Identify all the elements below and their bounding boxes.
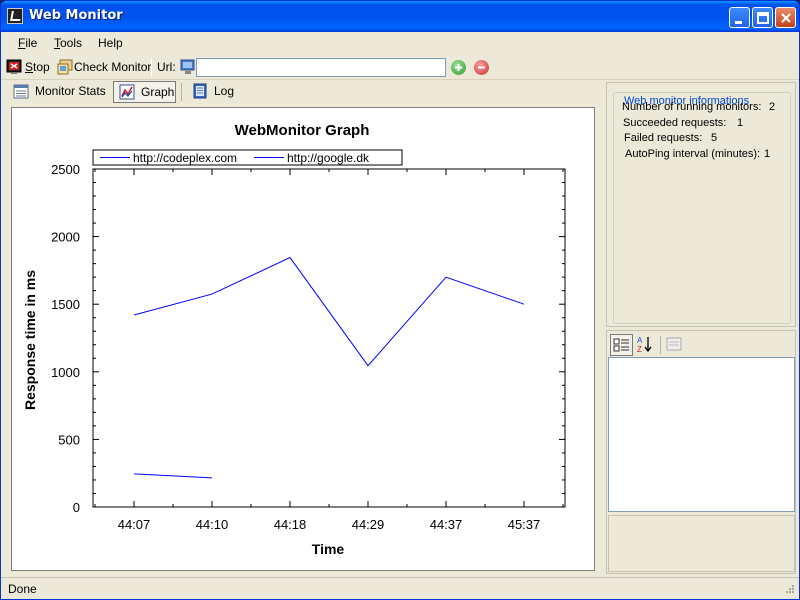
info-succeeded-label: Succeeded requests: <box>623 117 727 129</box>
plot-area <box>92 168 566 508</box>
panel-splitter[interactable] <box>600 82 604 574</box>
minus-icon <box>478 66 485 69</box>
resize-grip-icon[interactable] <box>783 584 795 596</box>
remove-monitor-button[interactable] <box>474 60 489 75</box>
x-tick-label: 44:07 <box>118 517 151 532</box>
stop-accel: S <box>25 60 34 74</box>
status-bar: Done <box>1 577 799 599</box>
toolbar: Stop Check Monitor Url: <box>1 55 799 80</box>
menu-file[interactable]: File <box>18 36 37 50</box>
x-tick-label: 44:29 <box>352 517 385 532</box>
menu-help-label: Help <box>98 36 123 50</box>
check-monitor-label: Check Monitor <box>74 60 152 74</box>
categorized-button[interactable] <box>610 334 633 356</box>
svg-text:A: A <box>637 336 643 345</box>
y-tick-label: 2500 <box>51 162 80 177</box>
property-description <box>608 515 795 572</box>
graph-icon <box>119 84 135 100</box>
log-book-icon <box>193 83 207 99</box>
info-autoping-label: AutoPing interval (minutes): <box>625 148 761 160</box>
tab-monitor-stats-label: Monitor Stats <box>35 84 106 98</box>
info-autoping-value: 1 <box>764 148 771 160</box>
info-failed-value: 5 <box>711 132 718 144</box>
svg-text:Z: Z <box>637 345 642 354</box>
list-icon <box>13 84 29 99</box>
alphabetical-sort-icon: A Z <box>637 336 652 354</box>
x-tick-label: 44:18 <box>274 517 307 532</box>
x-tick-label: 44:37 <box>430 517 463 532</box>
view-tabs: Monitor Stats Graph Log <box>1 80 605 105</box>
info-succeeded-value: 1 <box>737 117 744 129</box>
info-running-monitors-label: Number of running monitors: <box>622 101 762 113</box>
info-running-monitors-value: 2 <box>769 101 776 113</box>
chart-x-axis-label: Time <box>312 541 345 557</box>
add-monitor-button[interactable] <box>451 60 466 75</box>
series-line-2 <box>133 473 213 479</box>
app-icon <box>7 8 23 24</box>
tab-graph[interactable]: Graph <box>113 81 176 103</box>
property-toolbar-separator <box>660 336 661 354</box>
url-label: Url: <box>157 60 176 74</box>
stop-button[interactable]: Stop <box>6 59 50 77</box>
menu-tools-label: ools <box>60 36 83 50</box>
graph-panel: WebMonitor Graph Response time in ms Tim… <box>11 107 595 571</box>
tab-monitor-stats[interactable]: Monitor Stats <box>9 81 107 103</box>
tab-separator <box>181 83 182 101</box>
web-monitor-icon <box>180 59 195 74</box>
y-tick-label: 2000 <box>51 230 80 245</box>
stop-icon <box>6 59 22 74</box>
y-tick-label: 1500 <box>51 297 80 312</box>
app-window: Web Monitor File Tools Help Stop Check M… <box>0 0 800 600</box>
tab-graph-label: Graph <box>141 85 175 99</box>
property-grid-toolbar: A Z <box>609 333 793 357</box>
stop-label: top <box>33 60 50 74</box>
x-tick-label: 44:10 <box>196 517 229 532</box>
menu-help[interactable]: Help <box>98 36 123 50</box>
close-button[interactable] <box>775 7 796 28</box>
tab-log-label: Log <box>214 84 235 98</box>
property-grid[interactable] <box>608 357 795 512</box>
chart-title: WebMonitor Graph <box>235 122 370 139</box>
minimize-icon <box>735 21 742 24</box>
check-monitor-icon <box>57 59 73 75</box>
title-bar[interactable]: Web Monitor <box>1 1 799 32</box>
property-grid-panel: A Z <box>606 330 796 574</box>
check-monitor-button[interactable]: Check Monitor <box>57 59 151 77</box>
menu-file-label: ile <box>25 36 38 50</box>
toolbar-separator <box>151 58 152 76</box>
menu-tools[interactable]: Tools <box>54 36 82 50</box>
info-failed-label: Failed requests: <box>624 132 703 144</box>
x-tick-label: 45:37 <box>508 517 541 532</box>
y-tick-label: 0 <box>73 500 80 515</box>
y-tick-label: 1000 <box>51 365 80 380</box>
close-icon <box>781 13 791 23</box>
info-panel: Web monitor informations Number of runni… <box>606 82 796 327</box>
property-pages-button[interactable] <box>664 334 687 356</box>
plus-icon <box>455 64 462 71</box>
legend-label: http://google.dk <box>287 151 370 165</box>
window-title: Web Monitor <box>29 8 123 23</box>
alphabetical-button[interactable]: A Z <box>634 334 657 356</box>
response-time-chart: WebMonitor Graph Response time in ms Tim… <box>22 122 566 557</box>
tab-log[interactable]: Log <box>187 81 239 103</box>
legend-label: http://codeplex.com <box>133 151 237 165</box>
menu-bar: File Tools Help <box>1 32 799 54</box>
maximize-icon <box>757 12 769 24</box>
series-line-1 <box>133 256 525 367</box>
categorized-icon <box>613 338 629 352</box>
y-tick-label: 500 <box>58 432 80 447</box>
status-text: Done <box>8 582 37 596</box>
property-pages-icon <box>666 337 682 351</box>
minimize-button[interactable] <box>729 7 750 28</box>
maximize-button[interactable] <box>752 7 773 28</box>
url-input[interactable] <box>196 58 446 77</box>
chart-y-axis-label: Response time in ms <box>22 270 38 410</box>
